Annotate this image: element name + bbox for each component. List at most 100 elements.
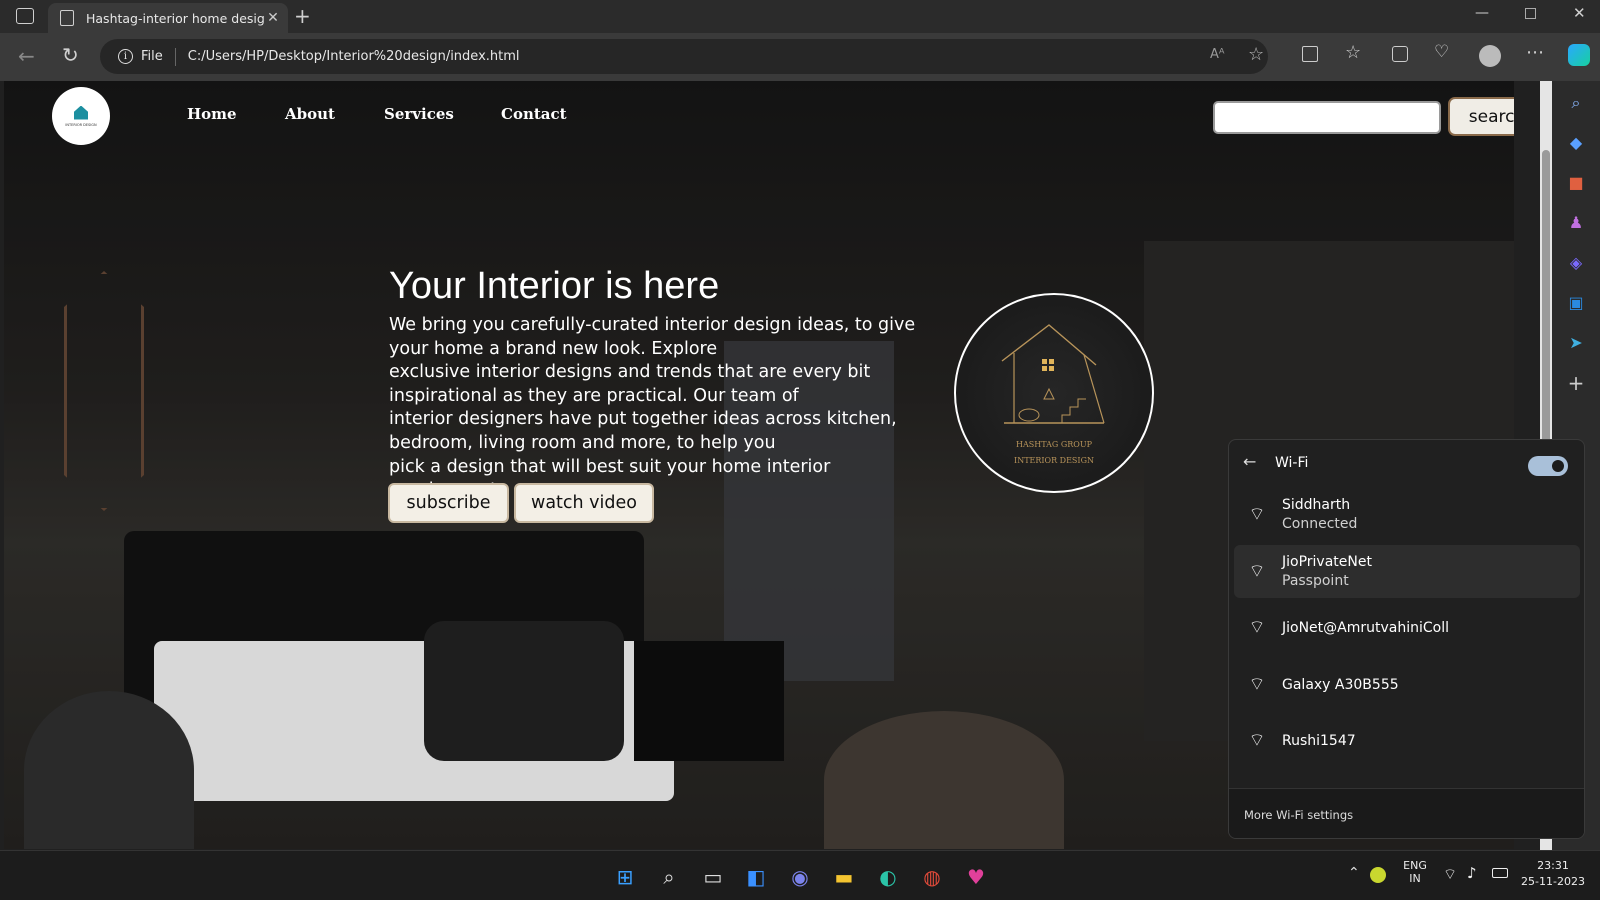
wifi-toggle[interactable]: [1528, 456, 1568, 476]
active-tab[interactable]: Hashtag-interior home designing ✕: [48, 3, 288, 33]
wifi-secured-icon: ⌔: [1248, 504, 1266, 525]
side-table: [24, 691, 194, 849]
clock[interactable]: 23:31 25-11-2023: [1520, 859, 1586, 888]
tools-icon[interactable]: ■: [1552, 173, 1600, 192]
search-button[interactable]: search: [1448, 97, 1514, 136]
bed-throw: [424, 621, 624, 761]
collections-icon[interactable]: [1392, 46, 1408, 62]
subscribe-button[interactable]: subscribe: [388, 483, 509, 523]
wps-office-icon[interactable]: ♥: [963, 864, 989, 890]
site-logo[interactable]: INTERIOR DESIGN: [52, 87, 110, 145]
profile-avatar[interactable]: [1479, 45, 1501, 67]
badge-line1: HASHTAG GROUP: [1016, 440, 1092, 449]
edge-browser-icon[interactable]: ◐: [875, 864, 901, 890]
games-icon[interactable]: ♟: [1552, 213, 1600, 232]
send-icon[interactable]: ➤: [1552, 333, 1600, 352]
browser-essentials-icon[interactable]: ♡: [1434, 44, 1449, 61]
language-indicator[interactable]: ENG IN: [1400, 859, 1430, 885]
logo-text: INTERIOR DESIGN: [65, 122, 97, 127]
wifi-title: Wi-Fi: [1275, 455, 1309, 471]
network-item[interactable]: ⌔ JioPrivateNet Passpoint: [1234, 545, 1580, 598]
bench: [634, 641, 784, 761]
network-name: JioPrivateNet: [1282, 554, 1372, 570]
start-icon[interactable]: ⊞: [612, 864, 638, 890]
outlook-icon[interactable]: ▣: [1552, 293, 1600, 312]
network-name: Galaxy A30B555: [1282, 676, 1399, 693]
hero-description: We bring you carefully-curated interior …: [389, 314, 949, 503]
network-item[interactable]: ⌔ Galaxy A30B555: [1234, 658, 1580, 711]
hero-line: exclusive interior designs and trends th…: [389, 362, 871, 406]
address-bar[interactable]: i File C:/Users/HP/Desktop/Interior%20de…: [100, 39, 1268, 74]
tray-app-icon[interactable]: [1370, 867, 1386, 883]
file-explorer-icon[interactable]: ▬: [831, 864, 857, 890]
url-text[interactable]: C:/Users/HP/Desktop/Interior%20design/in…: [188, 49, 520, 64]
wifi-tray-icon[interactable]: ⌔: [1443, 865, 1457, 884]
info-icon[interactable]: i: [118, 49, 133, 64]
back-arrow-icon[interactable]: ←: [1243, 452, 1256, 471]
nav-home[interactable]: Home: [187, 105, 237, 123]
teams-chat-icon[interactable]: ◉: [787, 864, 813, 890]
network-item[interactable]: ⌔ Rushi1547: [1234, 714, 1580, 767]
search-icon[interactable]: ⌕: [656, 864, 682, 890]
wifi-open-icon: ⌔: [1248, 617, 1266, 638]
protocol-label: File: [141, 49, 163, 64]
shopping-tag-icon[interactable]: ◆: [1552, 133, 1600, 152]
network-name: Siddharth: [1282, 497, 1351, 513]
page-icon: [60, 10, 74, 26]
tab-bar: Hashtag-interior home designing ✕ + — ✕: [0, 0, 1600, 33]
close-tab-icon[interactable]: ✕: [266, 10, 280, 26]
restore-icon[interactable]: [1525, 8, 1536, 19]
hero-line: interior designers have put together ide…: [389, 409, 897, 453]
network-status: Connected: [1282, 516, 1358, 532]
address-divider: [174, 47, 176, 66]
wifi-secured-icon: ⌔: [1248, 730, 1266, 751]
lang-bottom: IN: [1409, 872, 1421, 885]
show-hidden-icons[interactable]: ⌃: [1348, 865, 1360, 881]
logo-house-icon: [74, 105, 88, 120]
wifi-secured-icon: ⌔: [1248, 561, 1266, 582]
hero-line: We bring you carefully-curated interior …: [389, 315, 916, 359]
split-screen-icon[interactable]: [1302, 46, 1318, 62]
favorite-star-icon[interactable]: ☆: [1248, 46, 1264, 64]
badge-line2: INTERIOR DESIGN: [1014, 456, 1094, 465]
time: 23:31: [1537, 859, 1569, 872]
add-icon[interactable]: +: [1552, 371, 1600, 395]
brand-badge: HASHTAG GROUP INTERIOR DESIGN: [954, 293, 1154, 493]
network-item[interactable]: ⌔ Siddharth Connected: [1234, 488, 1580, 541]
network-name: Rushi1547: [1282, 732, 1356, 749]
more-options-icon[interactable]: ⋯: [1526, 44, 1544, 62]
ottoman: [824, 711, 1064, 849]
watch-video-button[interactable]: watch video: [514, 483, 654, 523]
favorites-icon[interactable]: ☆: [1345, 44, 1361, 62]
search-input[interactable]: [1213, 101, 1441, 134]
wall-decor: [64, 271, 144, 511]
copilot-icon[interactable]: [1568, 44, 1590, 66]
network-item[interactable]: ⌔ JioNet@AmrutvahiniColl: [1234, 601, 1580, 654]
nav-about[interactable]: About: [285, 105, 335, 123]
close-window-icon[interactable]: ✕: [1573, 6, 1586, 21]
network-status: Passpoint: [1282, 573, 1349, 589]
tab-actions-icon[interactable]: [16, 8, 34, 24]
widgets-icon[interactable]: ◧: [743, 864, 769, 890]
network-name: JioNet@AmrutvahiniColl: [1282, 619, 1450, 636]
taskbar: ⊞ ⌕ ▭ ◧ ◉ ▬ ◐ ◍ ♥ ⌃ ENG IN ⌔ ♪ 23:31 25-…: [0, 850, 1600, 900]
new-tab-button[interactable]: +: [294, 6, 311, 26]
refresh-icon[interactable]: ↻: [62, 45, 79, 65]
wifi-footer: More Wi-Fi settings: [1229, 788, 1584, 838]
date: 25-11-2023: [1521, 875, 1585, 888]
task-view-icon[interactable]: ▭: [700, 864, 726, 890]
minimize-icon[interactable]: —: [1475, 6, 1489, 20]
tab-title: Hashtag-interior home designing: [86, 10, 266, 26]
wifi-flyout: ← Wi-Fi ⌔ Siddharth Connected ⌔ JioPriva…: [1228, 439, 1585, 839]
volume-icon[interactable]: ♪: [1467, 864, 1477, 882]
chrome-icon[interactable]: ◍: [919, 864, 945, 890]
search-icon[interactable]: ⌕: [1552, 93, 1600, 113]
copilot-sidebar-icon[interactable]: ◈: [1552, 253, 1600, 272]
nav-services[interactable]: Services: [384, 105, 454, 123]
lang-top: ENG: [1403, 859, 1427, 872]
battery-icon[interactable]: [1492, 868, 1508, 878]
more-wifi-settings-link[interactable]: More Wi-Fi settings: [1244, 808, 1353, 822]
read-aloud-icon[interactable]: Aᴬ: [1210, 48, 1225, 61]
nav-contact[interactable]: Contact: [501, 105, 567, 123]
back-icon[interactable]: ←: [18, 46, 35, 66]
